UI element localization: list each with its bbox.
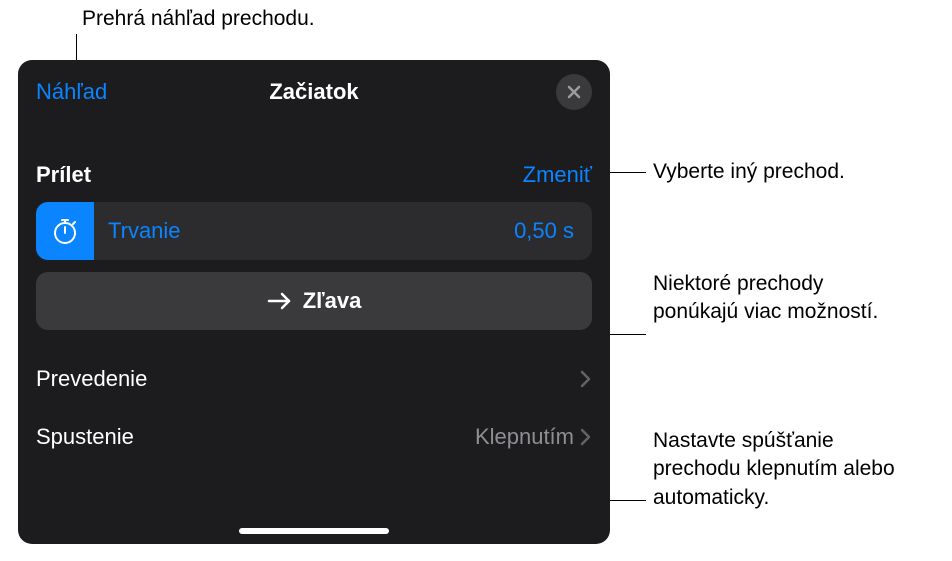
callout-change: Vyberte iný prechod. (653, 158, 845, 186)
chevron-right-icon (580, 428, 592, 446)
duration-value: 0,50 s (514, 218, 574, 244)
direction-button[interactable]: Zľava (36, 272, 592, 330)
delivery-row[interactable]: Prevedenie (36, 350, 592, 408)
change-button[interactable]: Zmeniť (523, 162, 592, 188)
close-button[interactable] (556, 74, 592, 110)
chevron-right-icon (580, 370, 592, 388)
direction-label: Zľava (303, 288, 362, 314)
duration-label: Trvanie (108, 218, 514, 244)
close-icon (566, 84, 582, 100)
callout-start: Nastavte spúšťanie prechodu klepnutím al… (653, 427, 913, 512)
delivery-label: Prevedenie (36, 366, 147, 392)
start-value: Klepnutím (475, 424, 574, 450)
home-indicator[interactable] (239, 528, 389, 534)
start-label: Spustenie (36, 424, 134, 450)
section-header: Prílet Zmeniť (36, 162, 592, 188)
duration-icon-box (36, 202, 94, 260)
panel-title: Začiatok (269, 79, 358, 105)
transition-name: Prílet (36, 162, 91, 188)
transition-section: Prílet Zmeniť Trvanie 0,50 s Zľava (18, 162, 610, 466)
duration-row[interactable]: Trvanie 0,50 s (36, 202, 592, 260)
panel-header: Náhľad Začiatok (18, 60, 610, 120)
callout-direction: Niektoré prechody ponúkajú viac možností… (653, 270, 893, 327)
transition-panel: Náhľad Začiatok Prílet Zmeniť Trvan (18, 60, 610, 544)
callout-preview: Prehrá náhľad prechodu. (82, 5, 315, 33)
start-row[interactable]: Spustenie Klepnutím (36, 408, 592, 466)
arrow-right-icon (267, 291, 293, 311)
stopwatch-icon (49, 215, 81, 247)
preview-button[interactable]: Náhľad (36, 79, 107, 105)
